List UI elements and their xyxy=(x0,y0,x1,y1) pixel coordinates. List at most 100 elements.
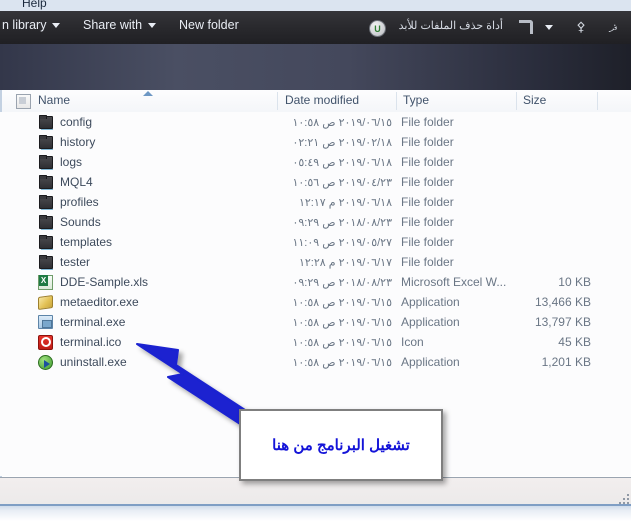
ico-file-icon xyxy=(38,335,53,350)
select-all-checkbox[interactable] xyxy=(16,94,31,109)
chevron-down-icon xyxy=(52,23,60,28)
column-header-date-modified[interactable]: Date modified xyxy=(285,93,359,107)
column-divider[interactable] xyxy=(597,92,598,110)
new-folder-label: New folder xyxy=(179,18,239,32)
file-type-cell: Icon xyxy=(401,335,424,349)
table-row[interactable]: history٢٠١٩/٠٢/١٨ ص ٠٢:٢١File folder xyxy=(0,132,631,152)
help-icon[interactable]: ޛ xyxy=(605,18,621,36)
file-name-label: DDE-Sample.xls xyxy=(60,275,148,289)
file-name-cell[interactable]: DDE-Sample.xls xyxy=(38,275,148,290)
file-name-label: history xyxy=(60,135,95,149)
file-type-cell: Microsoft Excel W... xyxy=(401,275,506,289)
file-name-cell[interactable]: terminal.exe xyxy=(38,315,125,329)
include-in-library-button[interactable]: n library xyxy=(2,18,60,32)
status-bar xyxy=(0,477,631,505)
folder-icon xyxy=(39,256,53,269)
table-row[interactable]: MQL4٢٠١٩/٠٤/٢٣ ص ١٠:٥٦File folder xyxy=(0,172,631,192)
shredder-badge-icon[interactable]: U xyxy=(369,20,386,37)
table-row[interactable]: logs٢٠١٩/٠٦/١٨ ص ٠٥:٤٩File folder xyxy=(0,152,631,172)
file-name-cell[interactable]: MQL4 xyxy=(38,175,93,189)
file-name-cell[interactable]: tester xyxy=(38,255,90,269)
column-header-name[interactable]: Name xyxy=(38,93,70,107)
file-type-cell: File folder xyxy=(401,135,454,149)
table-row[interactable]: uninstall.exe ٢٠١٩/٠٦/١٥ ص ١٠:٥٨ Applicati… xyxy=(0,352,631,372)
file-date-cell: ٢٠١٩/٠٤/٢٣ ص ١٠:٥٦ xyxy=(277,176,392,189)
file-size-cell: 1,201 KB xyxy=(497,355,591,369)
file-date-cell: ٢٠١٩/٠٦/١٥ ص ١٠:٥٨ xyxy=(277,356,392,369)
annotation-callout-box: تشغيل البرنامج من هنا xyxy=(239,409,443,481)
column-header-size[interactable]: Size xyxy=(523,93,546,107)
uninstall-icon xyxy=(38,355,53,370)
file-type-cell: File folder xyxy=(401,115,454,129)
file-size-cell: 13,466 KB xyxy=(497,295,591,309)
table-row[interactable]: config ٢٠١٩/٠٦/١٥ ص ١٠:٥٨ File folder xyxy=(0,112,631,132)
file-name-label: logs xyxy=(60,155,82,169)
file-type-cell: Application xyxy=(401,295,460,309)
file-name-cell[interactable]: metaeditor.exe xyxy=(38,295,139,309)
file-name-cell[interactable]: history xyxy=(38,135,95,149)
include-in-library-label: n library xyxy=(2,18,46,32)
file-shredder-tool-label[interactable]: أداة حذف الملفات للأبد xyxy=(399,19,503,32)
file-name-label: Sounds xyxy=(60,215,101,229)
file-name-label: tester xyxy=(60,255,90,269)
sort-ascending-icon xyxy=(143,91,153,96)
table-row[interactable]: profiles٢٠١٩/٠٦/١٨ م ١٢:١٧File folder xyxy=(0,192,631,212)
resize-grip-icon[interactable] xyxy=(617,492,629,504)
file-type-cell: Application xyxy=(401,315,460,329)
folder-icon xyxy=(39,156,53,169)
window-bottom-edge xyxy=(0,504,631,521)
column-divider[interactable] xyxy=(396,92,397,110)
file-type-cell: Application xyxy=(401,355,460,369)
chevron-down-icon xyxy=(545,25,553,30)
file-date-cell: ٢٠١٩/٠٦/١٥ ص ١٠:٥٨ xyxy=(277,316,392,329)
folder-icon xyxy=(39,196,53,209)
view-layout-glyph xyxy=(519,20,533,34)
file-date-cell: ٢٠١٩/٠٦/١٥ ص ١٠:٥٨ xyxy=(277,116,392,129)
file-name-label: terminal.ico xyxy=(60,335,121,349)
folder-icon xyxy=(39,136,53,149)
file-date-cell: ٢٠١٩/٠٦/١٥ ص ١٠:٥٨ xyxy=(277,296,392,309)
annotation-callout-text: تشغيل البرنامج من هنا xyxy=(272,436,410,454)
file-name-cell[interactable]: logs xyxy=(38,155,82,169)
file-name-label: terminal.exe xyxy=(60,315,125,329)
file-name-label: profiles xyxy=(60,195,99,209)
column-header-type[interactable]: Type xyxy=(403,93,429,107)
file-name-cell[interactable]: config xyxy=(38,115,92,129)
file-date-cell: ٢٠١٩/٠٦/١٨ ص ٠٥:٤٩ xyxy=(277,156,392,169)
chevron-down-icon xyxy=(148,23,156,28)
file-date-cell: ٢٠١٩/٠٥/٢٧ ص ١١:٠٩ xyxy=(277,236,392,249)
table-row[interactable]: terminal.ico ٢٠١٩/٠٦/١٥ ص ١٠:٥٨ Icon 45 KB xyxy=(0,332,631,352)
table-row[interactable]: Sounds٢٠١٨/٠٨/٢٣ ص ٠٩:٢٩File folder xyxy=(0,212,631,232)
table-row[interactable]: templates٢٠١٩/٠٥/٢٧ ص ١١:٠٩File folder xyxy=(0,232,631,252)
share-with-label: Share with xyxy=(83,18,142,32)
new-folder-button[interactable]: New folder xyxy=(179,18,239,32)
folder-icon xyxy=(39,116,53,129)
table-row[interactable]: tester٢٠١٩/٠٦/١٧ م ١٢:٢٨File folder xyxy=(0,252,631,272)
file-size-cell: 10 KB xyxy=(497,275,591,289)
file-size-cell: 13,797 KB xyxy=(497,315,591,329)
table-row[interactable]: terminal.exe ٢٠١٩/٠٦/١٥ ص ١٠:٥٨ Applicatio… xyxy=(0,312,631,332)
menu-item-help[interactable]: Help xyxy=(22,0,47,10)
file-name-cell[interactable]: Sounds xyxy=(38,215,101,229)
file-date-cell: ٢٠١٩/٠٦/١٥ ص ١٠:٥٨ xyxy=(277,336,392,349)
file-name-cell[interactable]: templates xyxy=(38,235,112,249)
change-view-icon[interactable] xyxy=(517,18,535,36)
column-header-row: Name Date modified Type Size xyxy=(0,90,631,113)
table-row[interactable]: DDE-Sample.xls ٢٠١٨/٠٨/٢٣ ص ٠٩:٢٩ Microsof… xyxy=(0,272,631,292)
view-options-chevron-icon[interactable] xyxy=(542,18,556,36)
preview-pane-icon[interactable]: ⚴ xyxy=(573,18,589,36)
share-with-button[interactable]: Share with xyxy=(83,18,156,32)
table-row[interactable]: metaeditor.exe ٢٠١٩/٠٦/١٥ ص ١٠:٥٨ Applicat… xyxy=(0,292,631,312)
file-name-cell[interactable]: profiles xyxy=(38,195,99,209)
file-name-cell[interactable]: uninstall.exe xyxy=(38,355,127,370)
command-toolbar: n library Share with New folder أداة حذف… xyxy=(0,11,631,45)
file-size-cell: 45 KB xyxy=(497,335,591,349)
file-name-cell[interactable]: terminal.ico xyxy=(38,335,121,350)
file-name-label: config xyxy=(60,115,92,129)
folder-icon xyxy=(39,236,53,249)
file-date-cell: ٢٠١٨/٠٨/٢٣ ص ٠٩:٢٩ xyxy=(277,276,392,289)
column-divider[interactable] xyxy=(277,92,278,110)
column-divider[interactable] xyxy=(516,92,517,110)
navigation-band xyxy=(0,44,631,90)
metaeditor-icon xyxy=(38,295,53,310)
